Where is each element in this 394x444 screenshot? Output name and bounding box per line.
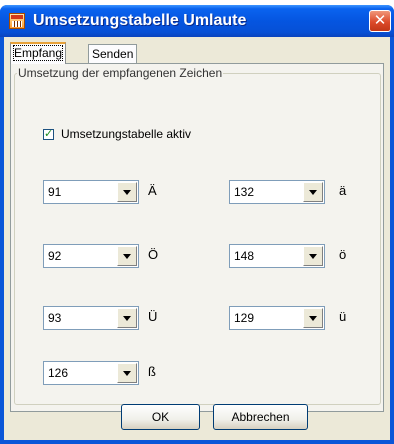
combo-value: 92: [48, 249, 62, 263]
char-label: ü: [339, 309, 347, 324]
chevron-down-icon[interactable]: [117, 308, 137, 328]
combo-oe-upper[interactable]: 92: [43, 244, 139, 268]
combo-value: 148: [234, 249, 255, 263]
close-button[interactable]: ✕: [369, 10, 391, 32]
tab-senden[interactable]: Senden: [88, 44, 138, 63]
title-bar[interactable]: Umsetzungstabelle Umlaute ✕: [0, 5, 394, 37]
chevron-down-icon[interactable]: [303, 308, 323, 328]
char-label: Ä: [148, 183, 157, 198]
tab-panel-empfang: Umsetzung der empfangenen Zeichen ✓ Umse…: [10, 63, 384, 412]
window-title: Umsetzungstabelle Umlaute: [33, 12, 247, 29]
combo-value: 132: [234, 185, 255, 199]
char-label: Ü: [148, 309, 158, 324]
app-icon: [9, 13, 25, 29]
checkbox-label: Umsetzungstabelle aktiv: [61, 127, 192, 141]
chevron-down-icon[interactable]: [303, 182, 323, 202]
chevron-down-icon[interactable]: [117, 363, 137, 383]
chevron-down-icon[interactable]: [303, 246, 323, 266]
tab-senden-label: Senden: [92, 47, 134, 61]
group-title: Umsetzung der empfangenen Zeichen: [18, 66, 223, 80]
cancel-button[interactable]: Abbrechen: [213, 404, 308, 430]
combo-ae-lower[interactable]: 132: [229, 180, 325, 204]
char-label: ä: [339, 183, 347, 198]
combo-value: 126: [48, 366, 69, 380]
chevron-down-icon[interactable]: [117, 182, 137, 202]
combo-value: 91: [48, 185, 62, 199]
combo-value: 129: [234, 311, 255, 325]
dialog-client: Empfang Senden Umsetzung der empfangenen…: [4, 37, 390, 440]
combo-ue-upper[interactable]: 93: [43, 306, 139, 330]
combo-oe-lower[interactable]: 148: [229, 244, 325, 268]
combo-sz[interactable]: 126: [43, 361, 139, 385]
tab-empfang[interactable]: Empfang: [10, 42, 67, 64]
ok-button[interactable]: OK: [121, 404, 200, 430]
char-label: ß: [148, 364, 156, 379]
combo-ae-upper[interactable]: 91: [43, 180, 139, 204]
umsetzung-aktiv-checkbox[interactable]: ✓: [43, 129, 54, 140]
combo-ue-lower[interactable]: 129: [229, 306, 325, 330]
chevron-down-icon[interactable]: [117, 246, 137, 266]
group-umsetzung: Umsetzung der empfangenen Zeichen ✓ Umse…: [14, 66, 381, 405]
combo-value: 93: [48, 311, 62, 325]
tab-empfang-label: Empfang: [12, 45, 64, 61]
char-label: Ö: [148, 247, 159, 262]
char-label: ö: [339, 247, 347, 262]
dialog-window: Umsetzungstabelle Umlaute ✕ Empfang Send…: [0, 5, 394, 444]
